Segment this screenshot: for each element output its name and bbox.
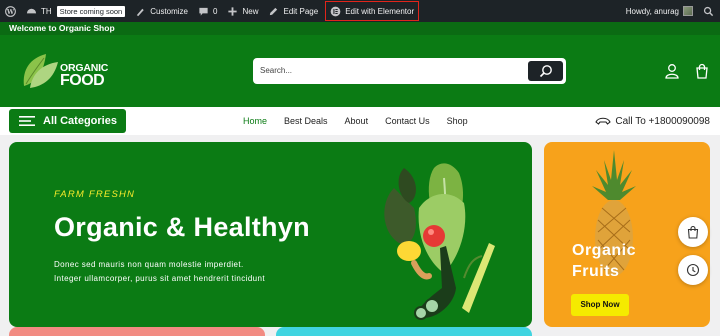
edit-with-elementor-link[interactable]: Edit with Elementor xyxy=(325,1,420,21)
nav-item-shop[interactable]: Shop xyxy=(447,116,468,126)
search-icon xyxy=(539,65,552,78)
pencil-icon xyxy=(270,7,278,15)
nav-item-best-deals[interactable]: Best Deals xyxy=(284,116,328,126)
shopping-bag-icon[interactable] xyxy=(694,63,710,79)
edit-page-label: Edit Page xyxy=(283,6,319,16)
side-banner-title: Organic Fruits xyxy=(572,240,636,282)
site-name-menu[interactable]: TH Store coming soon xyxy=(21,0,130,22)
customize-label: Customize xyxy=(150,6,189,16)
avatar xyxy=(683,6,693,16)
hero-desc-line-2: Integer ullamcorper, purus sit amet hend… xyxy=(54,273,265,283)
my-account-menu[interactable]: Howdy, anurag xyxy=(621,0,698,22)
search-icon xyxy=(703,6,714,16)
phone-icon xyxy=(595,117,612,125)
floating-cart-button[interactable] xyxy=(678,217,708,247)
main-navigation: All Categories Home Best Deals About Con… xyxy=(0,107,720,135)
menu-icon xyxy=(19,116,35,126)
customize-link[interactable]: Customize xyxy=(130,0,193,22)
logo-text-food: FOOD xyxy=(60,72,105,89)
welcome-text: Welcome to Organic Shop xyxy=(9,23,115,33)
edit-elementor-label: Edit with Elementor xyxy=(345,6,415,16)
nav-item-about[interactable]: About xyxy=(345,116,369,126)
search-input[interactable]: Search... xyxy=(260,58,292,84)
site-logo[interactable]: ORGANIC FOOD xyxy=(20,50,110,92)
all-categories-button[interactable]: All Categories xyxy=(9,109,126,133)
store-status-badge: Store coming soon xyxy=(56,5,126,17)
svg-text:W: W xyxy=(6,7,15,15)
side-title-line-2: Fruits xyxy=(572,263,620,280)
search-form: Search... xyxy=(253,58,566,84)
side-title-line-1: Organic xyxy=(572,242,636,259)
hero-description: Donec sed mauris non quam molestie imper… xyxy=(54,258,384,285)
nav-item-contact-us[interactable]: Contact Us xyxy=(385,116,430,126)
user-icon[interactable] xyxy=(664,63,680,79)
shopping-bag-icon xyxy=(687,225,699,239)
plus-icon xyxy=(228,6,238,16)
call-link[interactable]: Call To +1800090098 xyxy=(595,107,710,135)
hero-tagline: FARM FRESHN xyxy=(54,189,136,200)
vegetables-image xyxy=(384,163,495,320)
welcome-bar: Welcome to Organic Shop xyxy=(0,22,720,35)
nav-menu: Home Best Deals About Contact Us Shop xyxy=(243,107,485,135)
comment-icon xyxy=(199,7,208,16)
hero-desc-line-1: Donec sed mauris non quam molestie imper… xyxy=(54,260,244,269)
comments-count: 0 xyxy=(213,6,218,16)
all-categories-label: All Categories xyxy=(43,115,117,127)
wordpress-logo-icon[interactable]: W xyxy=(0,0,21,22)
nav-item-home[interactable]: Home xyxy=(243,116,267,126)
clock-icon xyxy=(686,263,700,277)
admin-search-button[interactable] xyxy=(698,0,720,22)
comments-link[interactable]: 0 xyxy=(193,0,222,22)
floating-history-button[interactable] xyxy=(678,255,708,285)
category-card-pink xyxy=(9,327,265,336)
new-label: New xyxy=(242,6,259,16)
shop-now-button[interactable]: Shop Now xyxy=(571,294,629,316)
site-name: TH xyxy=(41,6,52,16)
site-header: ORGANIC FOOD Search... xyxy=(0,35,720,107)
wp-admin-bar: W TH Store coming soon Customize 0 New E… xyxy=(0,0,720,22)
brush-icon xyxy=(137,8,144,16)
elementor-icon xyxy=(330,6,341,16)
call-text: Call To +1800090098 xyxy=(615,115,710,127)
edit-page-link[interactable]: Edit Page xyxy=(263,0,323,22)
leaf-logo-icon xyxy=(23,54,58,88)
new-content-link[interactable]: New xyxy=(222,0,263,22)
category-card-cyan xyxy=(276,327,532,336)
search-button[interactable] xyxy=(528,61,563,81)
dashboard-icon xyxy=(26,8,37,13)
howdy-text: Howdy, anurag xyxy=(625,6,679,16)
hero-banner: FARM FRESHN Organic & Healthyn Donec sed… xyxy=(9,142,532,327)
hero-title: Organic & Healthyn xyxy=(54,212,310,242)
